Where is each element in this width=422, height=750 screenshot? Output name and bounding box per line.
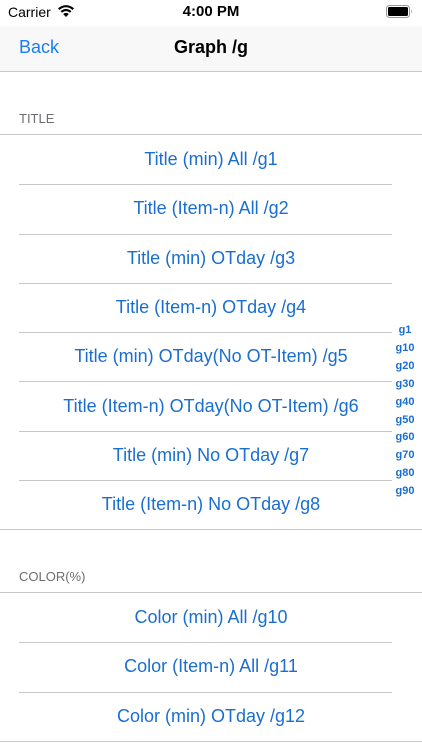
table-row[interactable]: Title (min) OTday(No OT-Item) /g5 <box>0 332 422 381</box>
index-item[interactable]: g40 <box>396 394 415 412</box>
table-row[interactable]: Title (min) All /g1 <box>0 135 422 184</box>
table-row[interactable]: Title (Item-n) All /g2 <box>0 184 422 233</box>
index-item[interactable]: g70 <box>396 447 415 465</box>
row-label: Title (Item-n) OTday /g4 <box>115 297 307 318</box>
table-view[interactable]: TITLE Title (min) All /g1 Title (Item-n)… <box>0 73 422 750</box>
index-item[interactable]: g90 <box>396 483 415 501</box>
table-row[interactable]: Title (min) No OTday /g7 <box>0 430 422 480</box>
row-label: Color (min) OTday /g12 <box>116 705 306 726</box>
row-label: Color (min) All /g10 <box>134 607 288 628</box>
row-label: Title (min) No OTday /g7 <box>112 444 310 465</box>
index-item[interactable]: g30 <box>396 376 415 394</box>
section-header-color: COLOR(%) <box>19 569 86 584</box>
row-label: Title (Item-n) No OTday /g8 <box>101 494 321 515</box>
row-label: Title (Item-n) All /g2 <box>133 198 289 219</box>
table-row[interactable]: Title (min) OTday /g3 <box>0 233 422 283</box>
index-item[interactable]: g80 <box>396 465 415 483</box>
table-row[interactable]: Color (min) OTday /g12 <box>0 691 422 741</box>
table-row[interactable]: Title (Item-n) No OTday /g8 <box>0 480 422 529</box>
row-label: Title (min) All /g1 <box>144 149 278 170</box>
status-bar: Carrier 4:00 PM <box>0 0 422 26</box>
section-header-title: TITLE <box>19 111 55 126</box>
table-row[interactable]: Color (Item-n) All /g11 <box>0 642 422 691</box>
index-item[interactable]: g1 <box>399 322 412 340</box>
row-label: Title (min) OTday /g3 <box>126 247 296 268</box>
page-title: Graph /g <box>173 37 248 57</box>
row-label: Title (min) OTday(No OT-Item) /g5 <box>74 346 348 367</box>
section-group-color: Color (min) All /g10 Color (Item-n) All … <box>0 592 422 742</box>
table-row[interactable]: Title (Item-n) OTday /g4 <box>0 282 422 332</box>
screen: Carrier 4:00 PM Back Graph /g TITLE Titl… <box>0 0 422 750</box>
index-item[interactable]: g10 <box>396 340 415 358</box>
index-item[interactable]: g50 <box>396 412 415 430</box>
clock: 4:00 PM <box>182 3 240 20</box>
row-label: Title (Item-n) OTday(No OT-Item) /g6 <box>63 395 359 416</box>
section-index-bar[interactable]: g1 g10 g20 g30 g40 g50 g60 g70 g80 g90 <box>388 322 422 501</box>
index-item[interactable]: g60 <box>396 429 415 447</box>
table-row[interactable]: Color (min) All /g10 <box>0 593 422 642</box>
section-group-title: Title (min) All /g1 Title (Item-n) All /… <box>0 134 422 531</box>
index-item[interactable]: g20 <box>396 358 415 376</box>
table-row[interactable]: Title (Item-n) OTday(No OT-Item) /g6 <box>0 381 422 430</box>
navigation-bar: Back Graph /g <box>0 26 422 72</box>
row-label: Color (Item-n) All /g11 <box>124 656 298 677</box>
battery-icon <box>386 5 412 18</box>
